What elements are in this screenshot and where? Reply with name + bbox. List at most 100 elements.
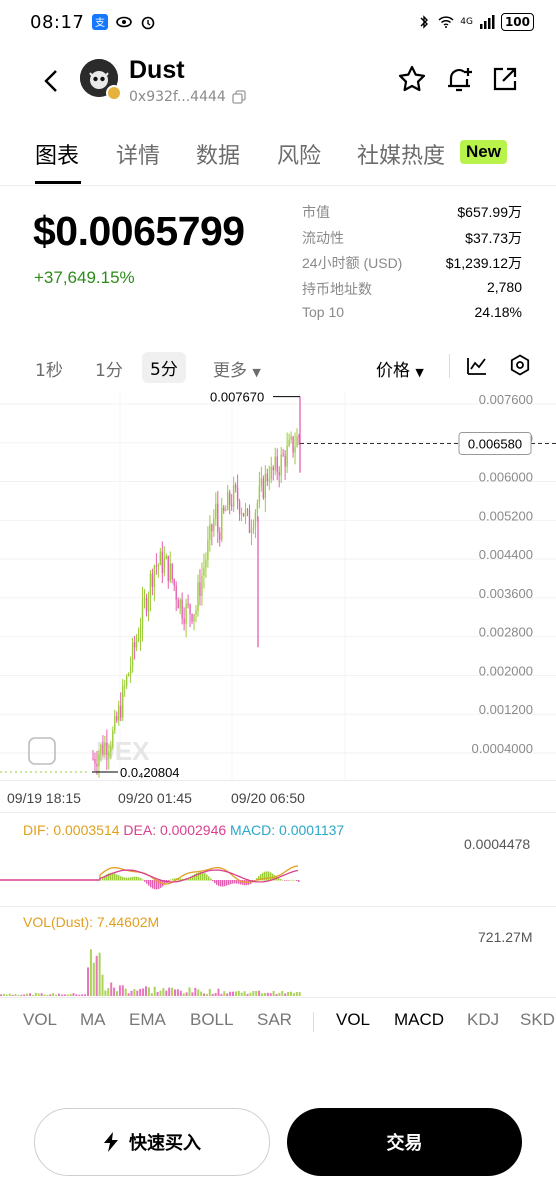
volume-bar <box>127 993 130 996</box>
volume-bar <box>46 994 49 996</box>
y-tick-label: 0.003600 <box>479 586 533 601</box>
volume-bar <box>52 993 55 996</box>
volume-bar <box>174 989 176 996</box>
indicator-chart-icon[interactable] <box>466 354 488 376</box>
sub-indicator-vol[interactable]: VOL <box>336 1010 370 1030</box>
macd-bar <box>118 875 120 881</box>
quick-buy-button[interactable]: 快速买入 <box>34 1108 270 1176</box>
price-type-dropdown[interactable]: 价格 ▼ <box>376 356 424 381</box>
interval-1s[interactable]: 1秒 <box>35 356 63 381</box>
fullscreen-icon[interactable] <box>28 737 56 765</box>
volume-bar <box>246 993 249 996</box>
share-icon[interactable] <box>490 64 520 94</box>
token-header: Dust 0x932f...4444 <box>0 52 556 110</box>
volume-bar <box>145 986 147 996</box>
volume-bar <box>214 993 217 996</box>
candle <box>221 507 223 540</box>
volume-bar <box>194 987 197 996</box>
candle <box>272 467 274 471</box>
macd-bar <box>216 880 218 885</box>
volume-bar <box>75 994 78 996</box>
volume-bar <box>217 988 220 996</box>
candle <box>262 478 265 498</box>
indicator-boll[interactable]: BOLL <box>190 1010 233 1030</box>
back-arrow-icon[interactable] <box>40 66 64 96</box>
volume-bar <box>72 993 75 996</box>
alert-bell-icon[interactable] <box>444 64 474 94</box>
volume-bar <box>2 993 5 996</box>
indicator-tabs: VOL MA EMA BOLL SAR VOL MACD KDJ SKD <box>0 1010 556 1036</box>
volume-bar <box>63 994 66 996</box>
candle <box>112 730 114 747</box>
tab-social[interactable]: 社媒热度 <box>357 138 445 170</box>
volume-bar <box>20 994 23 996</box>
volume-bar <box>121 985 124 996</box>
indicator-vol[interactable]: VOL <box>23 1010 57 1030</box>
tab-data[interactable]: 数据 <box>196 138 240 170</box>
token-address[interactable]: 0x932f...4444 <box>129 89 246 105</box>
macd-bar <box>234 880 236 884</box>
volume-bar <box>185 992 188 996</box>
sub-indicator-kdj[interactable]: KDJ <box>467 1010 499 1030</box>
caret-down-icon: ▼ <box>252 366 261 379</box>
macd-bar <box>160 880 162 888</box>
candle <box>96 763 98 767</box>
more-intervals-dropdown[interactable]: 更多 ▼ <box>213 356 261 381</box>
candle <box>227 492 229 510</box>
price-candlestick-chart[interactable]: 0.0076000.0068000.0060000.0052000.004400… <box>0 392 556 782</box>
stat-label: 流动性 <box>302 229 344 246</box>
toolbar-divider <box>449 354 450 378</box>
candle <box>175 585 177 600</box>
macd-bar <box>116 874 118 881</box>
candle <box>292 436 294 453</box>
interval-1m[interactable]: 1分 <box>95 356 123 381</box>
macd-bar <box>270 872 272 881</box>
candle <box>260 478 263 486</box>
volume-bar <box>284 993 287 996</box>
indicator-sar[interactable]: SAR <box>257 1010 292 1030</box>
tab-details[interactable]: 详情 <box>116 138 160 170</box>
indicator-ma[interactable]: MA <box>80 1010 106 1030</box>
candle <box>133 642 136 648</box>
settings-icon[interactable] <box>509 354 531 376</box>
sub-indicator-macd[interactable]: MACD <box>394 1010 444 1030</box>
volume-bar <box>34 993 37 996</box>
volume-bar <box>188 987 191 996</box>
star-icon[interactable] <box>397 64 427 94</box>
volume-bar <box>208 989 211 996</box>
quick-buy-label: 快速买入 <box>129 1133 201 1154</box>
macd-value: MACD: 0.0001137 <box>230 822 345 838</box>
high-price-label: 0.007670 <box>210 392 264 405</box>
candle <box>230 504 233 507</box>
volume-bar <box>78 994 81 996</box>
volume-bar <box>168 987 171 996</box>
volume-bar <box>133 989 136 996</box>
trade-button[interactable]: 交易 <box>287 1108 522 1176</box>
trade-label: 交易 <box>386 1133 423 1154</box>
volume-bar <box>43 994 46 996</box>
macd-bar <box>220 880 222 887</box>
stat-label: 持币地址数 <box>302 280 372 297</box>
volume-bar <box>69 993 72 996</box>
alipay-icon: 支 <box>92 14 109 30</box>
macd-bar <box>280 879 282 881</box>
sub-indicator-skd[interactable]: SKD <box>520 1010 555 1030</box>
copy-icon[interactable] <box>232 90 246 104</box>
candle <box>228 492 231 505</box>
tab-chart[interactable]: 图表 <box>35 138 79 170</box>
macd-bar <box>150 880 152 888</box>
interval-5m[interactable]: 5分 <box>142 352 186 383</box>
volume-bar <box>40 993 43 996</box>
candle <box>149 573 152 598</box>
candle <box>187 603 189 605</box>
macd-bar <box>122 877 124 881</box>
tab-risk[interactable]: 风险 <box>277 138 321 170</box>
indicator-ema[interactable]: EMA <box>129 1010 166 1030</box>
macd-bar <box>204 873 206 881</box>
macd-bar <box>146 880 148 884</box>
candle <box>211 524 213 532</box>
candle <box>163 558 165 573</box>
more-intervals-label: 更多 <box>213 361 247 381</box>
token-avatar <box>80 59 122 101</box>
indicator-divider <box>313 1012 314 1032</box>
